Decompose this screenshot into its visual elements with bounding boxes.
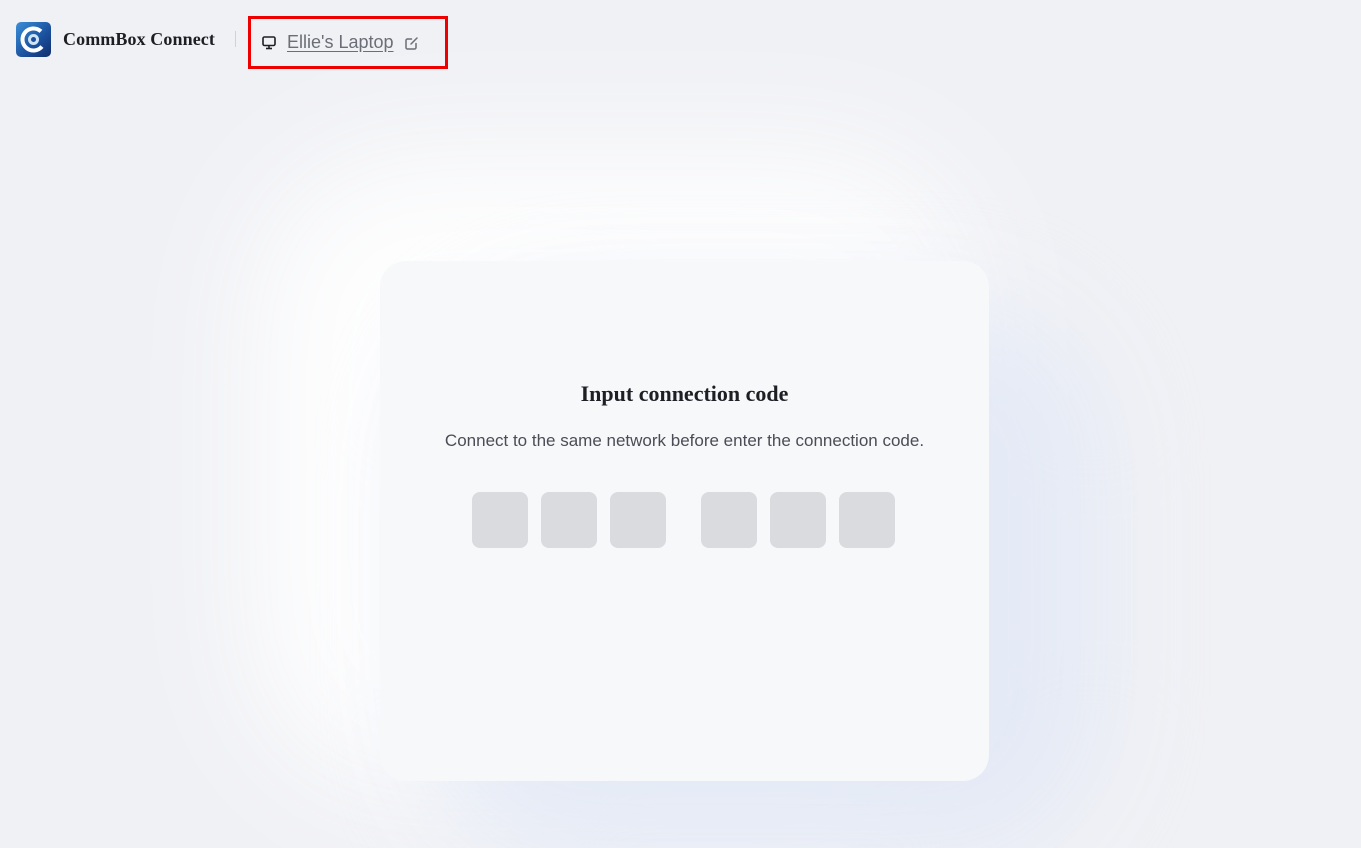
page: CommBox Connect Ellie's Laptop Input con… — [0, 0, 1361, 848]
code-digit-5[interactable] — [770, 492, 826, 548]
code-digit-6[interactable] — [839, 492, 895, 548]
code-digit-1[interactable] — [472, 492, 528, 548]
device-name-link[interactable]: Ellie's Laptop — [287, 32, 394, 53]
card-title: Input connection code — [580, 381, 789, 406]
connection-card: Input connection code Connect to the sam… — [380, 261, 989, 781]
header: CommBox Connect — [16, 21, 236, 57]
code-digit-4[interactable] — [701, 492, 757, 548]
connection-code-input — [472, 492, 908, 548]
card-subtitle: Connect to the same network before enter… — [444, 431, 925, 450]
commbox-logo-icon — [16, 21, 51, 57]
edit-icon[interactable] — [404, 35, 420, 51]
code-separator — [679, 492, 701, 548]
code-digit-3[interactable] — [610, 492, 666, 548]
monitor-icon — [261, 35, 277, 51]
app-name: CommBox Connect — [63, 28, 215, 49]
code-digit-2[interactable] — [541, 492, 597, 548]
device-selector[interactable]: Ellie's Laptop — [248, 16, 448, 69]
header-divider — [235, 31, 236, 47]
